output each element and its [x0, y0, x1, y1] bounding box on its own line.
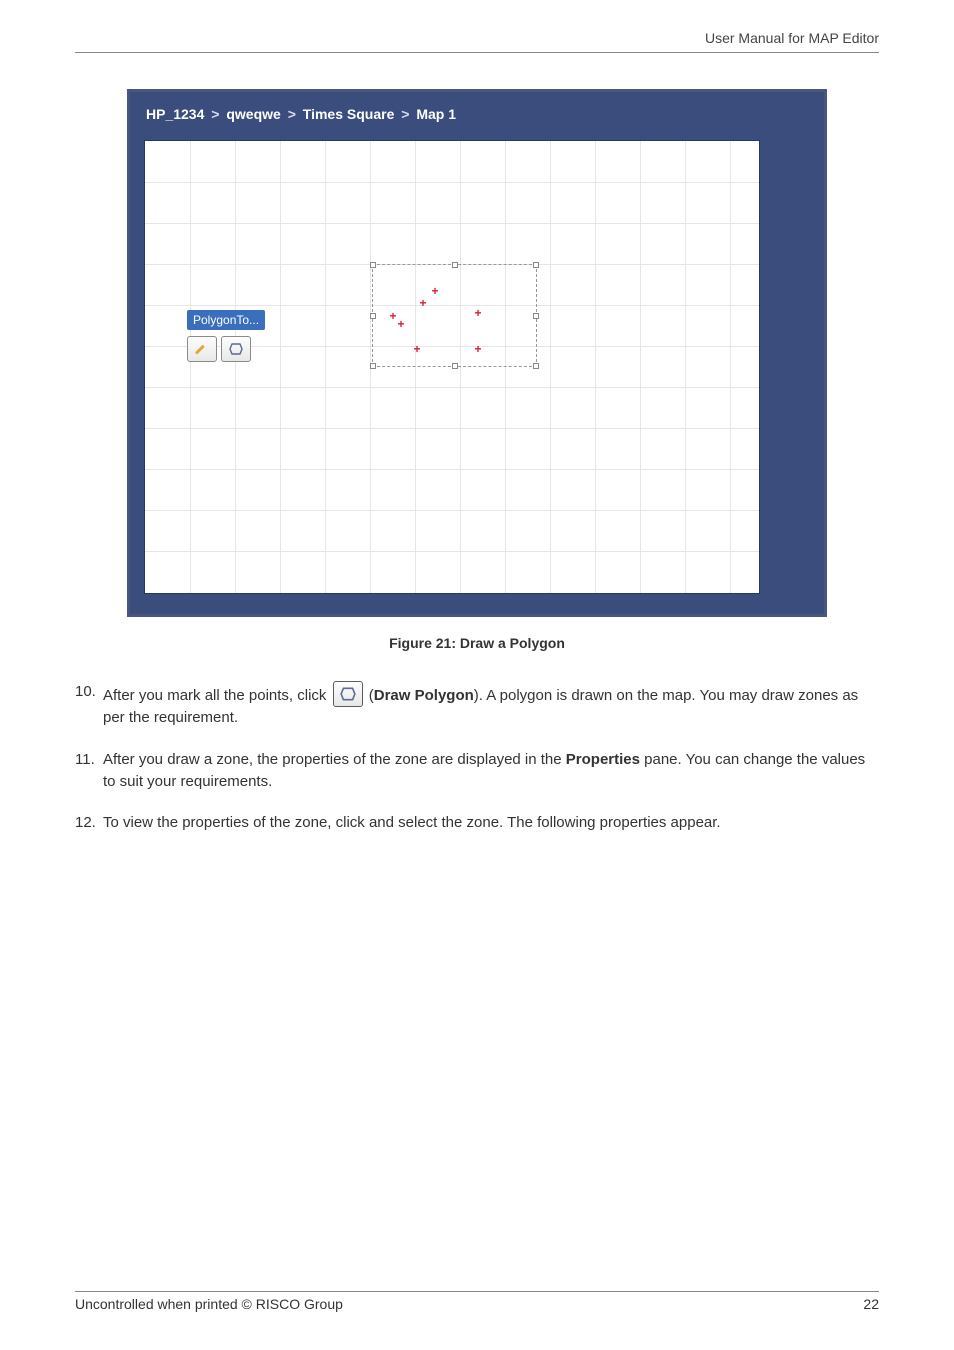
handle-e[interactable]	[533, 313, 539, 319]
vertex-marker[interactable]: +	[431, 285, 438, 297]
step-number: 11.	[75, 749, 103, 793]
step-text: After you draw a zone, the properties of…	[103, 751, 566, 768]
bold-term: Properties	[566, 751, 640, 768]
button-name: Draw Polygon	[374, 687, 474, 704]
app-screenshot: HP_1234 > qweqwe > Times Square > Map 1	[127, 89, 827, 617]
step-number: 10.	[75, 681, 103, 729]
instruction-list: 10. After you mark all the points, click…	[75, 681, 879, 834]
step-11: 11. After you draw a zone, the propertie…	[75, 749, 879, 793]
draw-line-button[interactable]	[187, 336, 217, 362]
vertex-marker[interactable]: +	[474, 343, 481, 355]
breadcrumb-item: HP_1234	[146, 106, 204, 122]
selection-bounds[interactable]	[372, 264, 537, 367]
breadcrumb-sep: >	[208, 106, 222, 122]
polygon-tool-tooltip: PolygonTo...	[187, 310, 265, 362]
handle-ne[interactable]	[533, 262, 539, 268]
page-footer: Uncontrolled when printed © RISCO Group …	[75, 1291, 879, 1312]
page-number: 22	[863, 1296, 879, 1312]
step-text: After you mark all the points, click	[103, 687, 331, 704]
step-10: 10. After you mark all the points, click…	[75, 681, 879, 729]
draw-polygon-button[interactable]	[221, 336, 251, 362]
step-text: (Draw Polygon	[365, 687, 474, 704]
breadcrumb: HP_1234 > qweqwe > Times Square > Map 1	[144, 102, 810, 140]
footer-left: Uncontrolled when printed © RISCO Group	[75, 1296, 343, 1312]
breadcrumb-sep: >	[398, 106, 412, 122]
page-header: User Manual for MAP Editor	[75, 30, 879, 53]
handle-nw[interactable]	[370, 262, 376, 268]
breadcrumb-item: qweqwe	[226, 106, 280, 122]
step-12: 12. To view the properties of the zone, …	[75, 812, 879, 834]
map-canvas[interactable]: + + + + + + + PolygonTo...	[144, 140, 760, 594]
polygon-icon	[229, 343, 243, 355]
vertex-marker[interactable]: +	[389, 310, 396, 322]
vertex-marker[interactable]: +	[419, 297, 426, 309]
pencil-icon	[195, 342, 209, 356]
handle-n[interactable]	[452, 262, 458, 268]
step-text: To view the properties of the zone, clic…	[103, 812, 879, 834]
tooltip-label: PolygonTo...	[187, 310, 265, 330]
figure-screenshot: HP_1234 > qweqwe > Times Square > Map 1	[75, 89, 879, 617]
breadcrumb-item: Times Square	[303, 106, 395, 122]
draw-polygon-button-inline[interactable]	[333, 681, 363, 707]
figure-caption: Figure 21: Draw a Polygon	[75, 635, 879, 651]
handle-w[interactable]	[370, 313, 376, 319]
vertex-marker[interactable]: +	[413, 343, 420, 355]
breadcrumb-item: Map 1	[416, 106, 456, 122]
breadcrumb-sep: >	[285, 106, 299, 122]
step-number: 12.	[75, 812, 103, 834]
handle-s[interactable]	[452, 363, 458, 369]
vertex-marker[interactable]: +	[474, 307, 481, 319]
handle-se[interactable]	[533, 363, 539, 369]
handle-sw[interactable]	[370, 363, 376, 369]
vertex-marker[interactable]: +	[397, 318, 404, 330]
